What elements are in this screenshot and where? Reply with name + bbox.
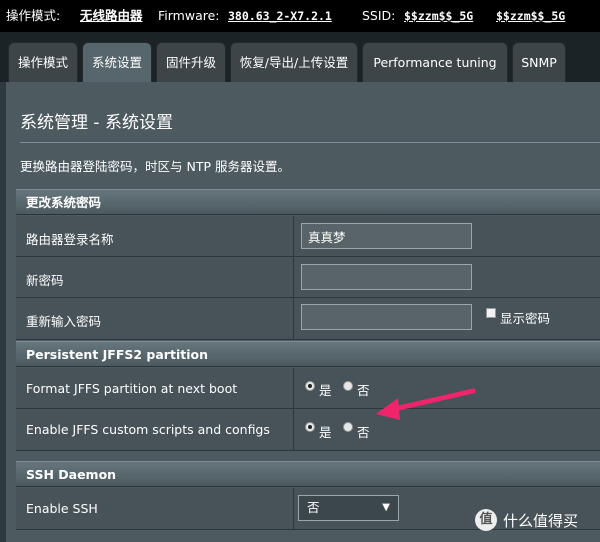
section-header-jffs: Persistent JFFS2 partition [16, 341, 600, 367]
annotation-arrow-head [376, 398, 400, 420]
jffs-scripts-label: Enable JFFS custom scripts and configs [26, 422, 270, 437]
jffs-format-no-radio[interactable] [343, 381, 353, 391]
tab-operation-mode[interactable]: 操作模式 [8, 42, 78, 82]
new-password-input[interactable] [301, 264, 472, 290]
operation-mode-link[interactable]: 无线路由器 [80, 0, 143, 32]
jffs-scripts-no-label: 否 [357, 425, 370, 440]
column-divider [293, 298, 294, 339]
show-password-label: 显示密码 [500, 311, 551, 326]
column-divider [293, 216, 294, 256]
tab-restore-save-upload[interactable]: 恢复/导出/上传设置 [230, 42, 358, 82]
column-divider [293, 368, 294, 408]
jffs-format-yes-label: 是 [319, 383, 332, 398]
firmware-label: Firmware: [158, 8, 220, 23]
section-header-ssh: SSH Daemon [16, 461, 600, 487]
status-bar: 操作模式: 无线路由器 Firmware: 380.63_2-X7.2.1 SS… [0, 0, 600, 32]
column-divider [293, 409, 294, 450]
login-name-label: 路由器登录名称 [26, 232, 114, 247]
jffs-scripts-yes-label: 是 [319, 425, 332, 440]
column-divider [293, 257, 294, 297]
watermark-text: 什么值得买 [503, 512, 579, 530]
retype-password-input[interactable] [301, 304, 472, 330]
watermark-logo: 值 [475, 509, 497, 531]
tab-system-settings[interactable]: 系统设置 [82, 42, 152, 84]
title-divider [20, 142, 600, 143]
section-header-password: 更改系统密码 [16, 189, 600, 215]
page-description: 更换路由器登陆密码，时区与 NTP 服务器设置。 [20, 159, 290, 174]
tab-snmp[interactable]: SNMP [512, 42, 566, 82]
page-title: 系统管理 - 系统设置 [20, 113, 173, 133]
operation-mode-label: 操作模式: [6, 8, 61, 23]
enable-ssh-select[interactable]: 否 ▼ [298, 495, 399, 521]
tab-performance-tuning[interactable]: Performance tuning [362, 42, 508, 82]
jffs-scripts-no-radio[interactable] [343, 422, 353, 432]
tab-bar: 操作模式 系统设置 固件升级 恢复/导出/上传设置 Performance tu… [0, 32, 600, 84]
new-password-label: 新密码 [26, 273, 64, 288]
jffs-format-yes-radio[interactable] [305, 381, 315, 391]
login-name-input[interactable] [301, 223, 472, 249]
enable-ssh-selected-value: 否 [307, 500, 320, 515]
ssid-label: SSID: [362, 8, 396, 23]
column-divider [293, 488, 294, 529]
ssid-link-1[interactable]: $$zzm$$_5G [404, 0, 473, 32]
show-password-checkbox[interactable] [486, 308, 496, 318]
jffs-format-no-label: 否 [357, 383, 370, 398]
jffs-format-label: Format JFFS partition at next boot [26, 381, 238, 396]
jffs-scripts-yes-radio[interactable] [305, 422, 315, 432]
chevron-down-icon: ▼ [382, 502, 390, 513]
retype-password-label: 重新输入密码 [26, 314, 102, 329]
firmware-version-link[interactable]: 380.63_2-X7.2.1 [228, 0, 332, 32]
enable-ssh-label: Enable SSH [26, 501, 98, 516]
tab-firmware-upgrade[interactable]: 固件升级 [156, 42, 226, 82]
annotation-arrow-shaft [387, 388, 476, 413]
ssid-link-2[interactable]: $$zzm$$_5G [496, 0, 565, 32]
annotation-arrow-icon [376, 388, 476, 420]
